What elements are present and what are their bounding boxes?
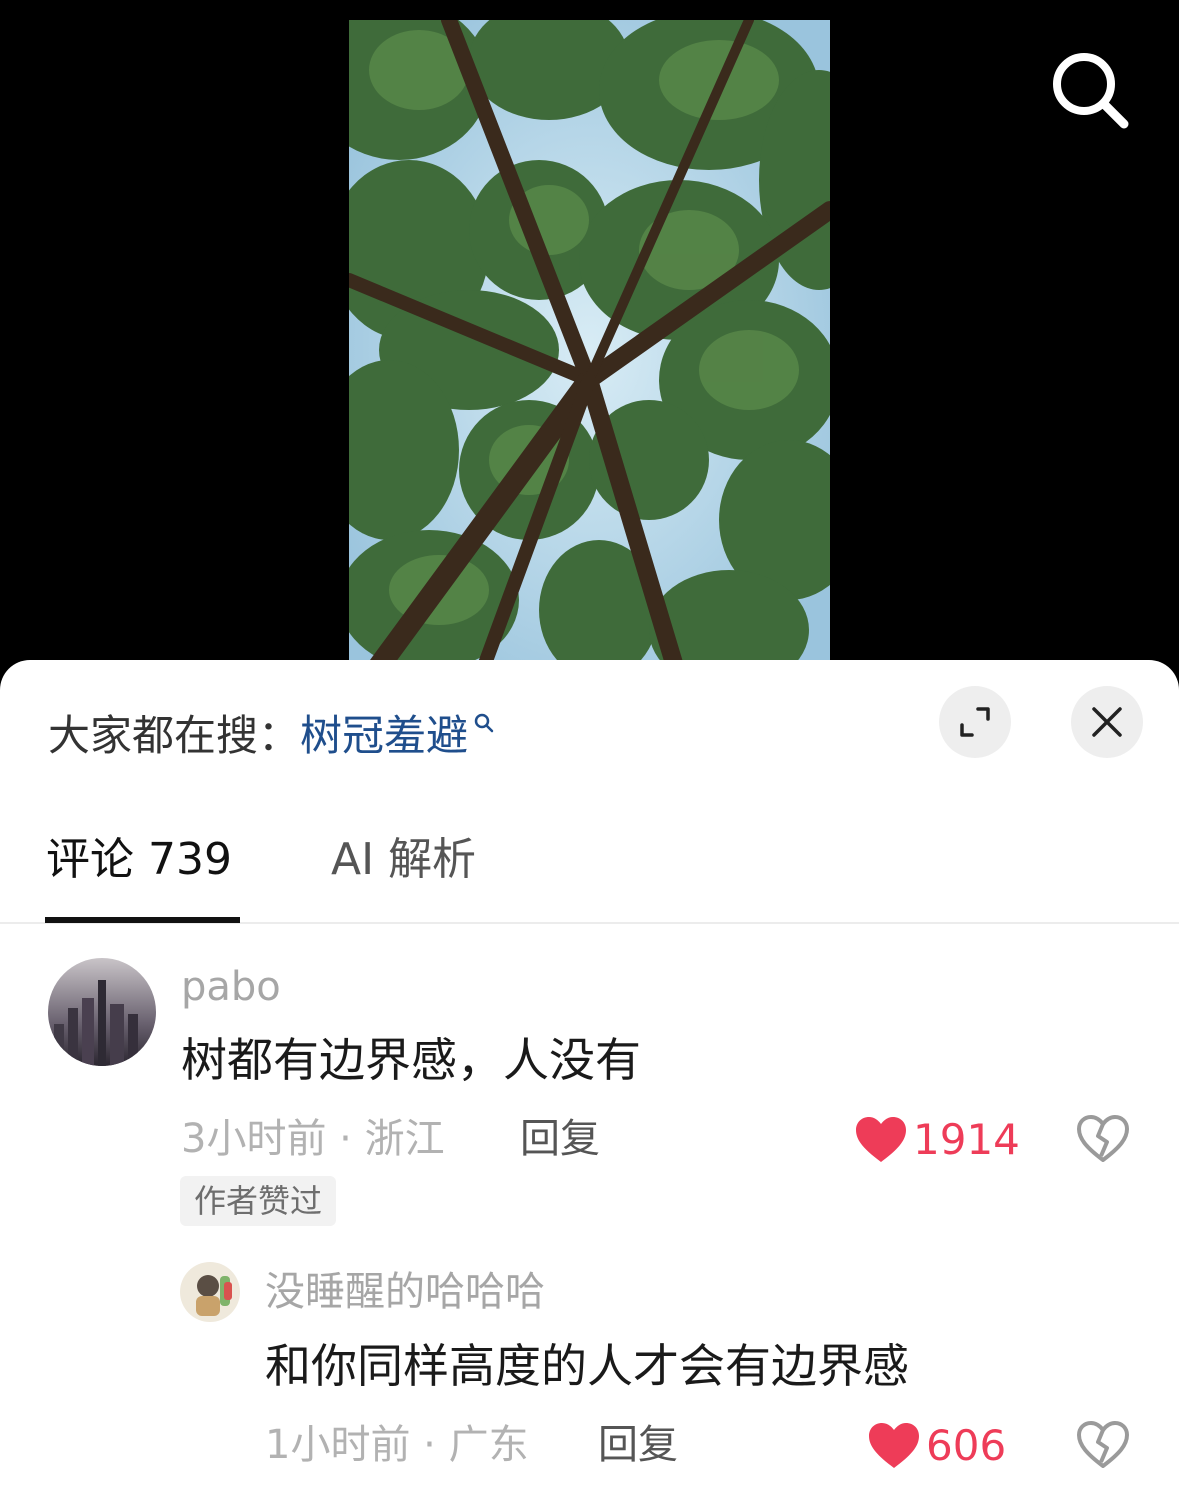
expand-button[interactable]: [939, 686, 1011, 758]
video-player[interactable]: [0, 0, 1179, 700]
comment-username[interactable]: pabo: [181, 960, 281, 1014]
tab-bar: 评论 739 AI 解析: [0, 810, 1179, 924]
reply-button[interactable]: 回复: [520, 1110, 600, 1168]
trending-keyword-link[interactable]: 树冠羞避: [300, 706, 468, 766]
heart-icon: [856, 1117, 906, 1162]
comment-text: 树都有边界感，人没有: [181, 1033, 641, 1087]
like-count: 1914: [913, 1115, 1020, 1164]
broken-heart-icon: [1077, 1421, 1129, 1468]
search-button[interactable]: [1048, 48, 1134, 134]
like-count: 606: [926, 1421, 1007, 1470]
dislike-button[interactable]: [1076, 1420, 1130, 1474]
tab-ai-analysis[interactable]: AI 解析: [331, 830, 476, 890]
search-icon: [474, 713, 494, 733]
search-icon: [1053, 53, 1129, 129]
author-liked-badge: 作者赞过: [180, 1176, 337, 1226]
reply-button[interactable]: 回复: [598, 1416, 678, 1474]
trending-prefix: 大家都在搜：: [48, 711, 301, 760]
video-thumbnail[interactable]: [349, 20, 830, 680]
reply-username[interactable]: 没睡醒的哈哈哈: [265, 1264, 545, 1320]
close-button[interactable]: [1071, 686, 1143, 758]
active-tab-indicator: [45, 917, 240, 923]
like-button[interactable]: 1914: [855, 1110, 1020, 1170]
dislike-button[interactable]: [1076, 1114, 1130, 1168]
reply-meta: 1小时前 · 广东: [265, 1422, 529, 1468]
expand-icon: [960, 707, 990, 737]
reply-text: 和你同样高度的人才会有边界感: [265, 1339, 909, 1393]
comment-meta: 3小时前 · 浙江: [181, 1116, 445, 1162]
broken-heart-icon: [1077, 1115, 1129, 1162]
tab-comments[interactable]: 评论 739: [46, 830, 232, 890]
trending-search[interactable]: 大家都在搜： 树冠羞避: [48, 706, 496, 766]
comment-sheet: 大家都在搜： 树冠羞避 评论 739 AI 解析 pabo 树都有边界感，人没有…: [0, 660, 1179, 1506]
avatar[interactable]: [48, 958, 156, 1066]
like-button[interactable]: 606: [868, 1416, 1006, 1476]
tree-canopy-image: [349, 20, 830, 680]
heart-icon: [869, 1423, 919, 1468]
avatar[interactable]: [180, 1262, 240, 1322]
close-icon: [1092, 707, 1122, 737]
